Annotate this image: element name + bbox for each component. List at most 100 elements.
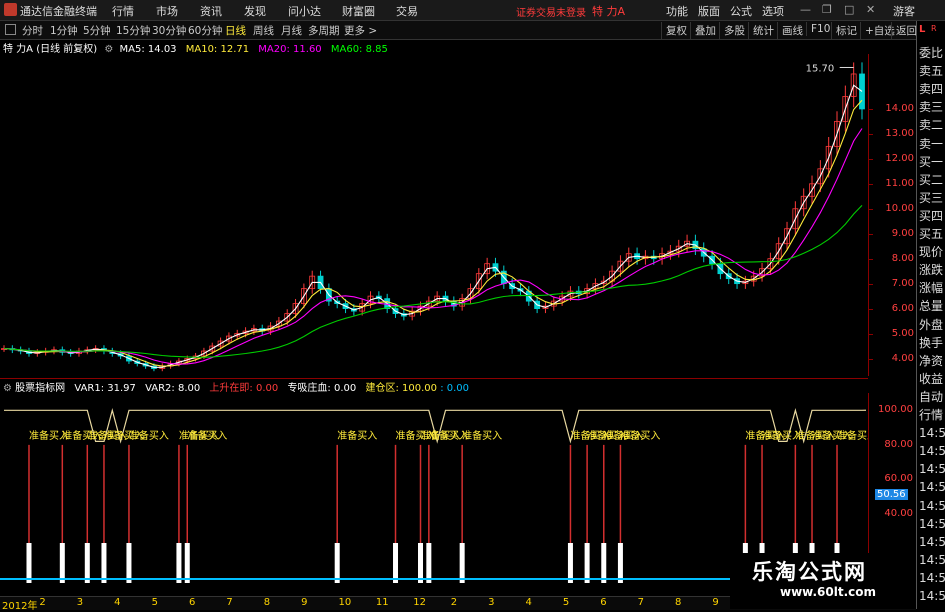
menu-wealth[interactable]: 财富圈 bbox=[342, 3, 375, 19]
indicator-tick-label: 60.00 bbox=[884, 473, 913, 485]
menu-ask[interactable]: 问小达 bbox=[288, 3, 321, 19]
mark-button[interactable]: 标记 bbox=[831, 22, 861, 39]
quote-panel-label: 卖三 bbox=[919, 100, 944, 115]
tab-5min[interactable]: 5分钟 bbox=[83, 23, 111, 38]
price-tick-label: 12.00 bbox=[885, 152, 914, 164]
price-tick bbox=[869, 108, 873, 110]
ma20-line bbox=[3, 128, 863, 365]
price-tick-label: 10.00 bbox=[885, 202, 914, 214]
close-icon[interactable]: ✕ bbox=[866, 3, 875, 16]
quote-panel-label: 现价 bbox=[919, 245, 944, 260]
tab-30min[interactable]: 30分钟 bbox=[152, 23, 186, 38]
ma5-line bbox=[3, 84, 863, 368]
app-logo-icon bbox=[4, 3, 17, 16]
buy-signal-volume bbox=[567, 543, 573, 583]
time-axis-label: 8 bbox=[675, 597, 682, 608]
price-tick bbox=[869, 258, 873, 260]
tab-multi-period[interactable]: 多周期 bbox=[308, 23, 340, 38]
quote-panel-label: 卖五 bbox=[919, 64, 944, 79]
buy-signal-label: 准备买入 bbox=[129, 429, 169, 442]
maximize-icon[interactable]: □ bbox=[844, 3, 854, 16]
quote-panel-label: 行情 bbox=[919, 408, 944, 422]
price-tick bbox=[869, 308, 873, 310]
quote-panel-label: 买四 bbox=[919, 208, 944, 223]
quote-panel-label: 14:5 bbox=[919, 516, 945, 531]
quote-panel-label: 买三 bbox=[919, 190, 944, 205]
price-scale: 14.00 13.00 12.00 11.00 10.00 9.00 8.00 7.00 6.0… bbox=[868, 54, 917, 376]
tab-60min[interactable]: 60分钟 bbox=[188, 23, 222, 38]
tab-weekly[interactable]: 周线 bbox=[253, 23, 274, 38]
buy-signal-volume bbox=[393, 543, 399, 583]
buy-signal-volume bbox=[26, 543, 32, 583]
adjust-button[interactable]: 复权 bbox=[661, 22, 691, 39]
buy-signal-volume bbox=[426, 543, 432, 583]
quote-panel-label: 14:5 bbox=[919, 498, 945, 513]
quote-panel-label: 14:5 bbox=[919, 462, 945, 477]
quote-panel-label: 14:5 bbox=[919, 534, 945, 549]
buy-signal-volume bbox=[59, 543, 65, 583]
indicator-header: ⚙ 股票指标网 VAR1: 31.97 VAR2: 8.00 上升在即: 0.0… bbox=[0, 378, 868, 394]
time-axis-label: 4 bbox=[114, 597, 121, 608]
tab-daily[interactable]: 日线 bbox=[225, 23, 246, 38]
draw-button[interactable]: 画线 bbox=[777, 22, 807, 39]
quote-panel-label: 换手 bbox=[919, 335, 944, 350]
buy-signal-label: 准备买入 bbox=[837, 429, 868, 442]
panel-r-icon[interactable]: R bbox=[931, 24, 937, 33]
time-axis-label: 3 bbox=[488, 597, 495, 608]
low-price-label: ←3.59 bbox=[158, 375, 189, 376]
tab-15min[interactable]: 15分钟 bbox=[116, 23, 150, 38]
tab-more[interactable]: 更多 > bbox=[344, 23, 377, 38]
ma60-line bbox=[3, 205, 863, 358]
overlay-button[interactable]: 叠加 bbox=[690, 22, 720, 39]
top-menu-bar: 通达信金融终端 行情 市场 资讯 发现 问小达 财富圈 交易 证券交易未登录 特… bbox=[0, 0, 945, 21]
quote-panel-label: 自动 bbox=[919, 389, 944, 404]
time-axis-label: 5 bbox=[562, 597, 570, 608]
quote-panel-label: 14:5 bbox=[919, 589, 945, 603]
time-axis-label: 5 bbox=[151, 597, 158, 608]
panel-l-icon[interactable]: L bbox=[919, 24, 925, 35]
menu-market[interactable]: 行情 bbox=[112, 3, 134, 19]
price-tick-label: 14.00 bbox=[885, 102, 914, 114]
quote-panel-label: 买五 bbox=[919, 227, 944, 241]
menu-layout[interactable]: 版面 bbox=[698, 3, 720, 19]
buy-signal-volume bbox=[459, 543, 465, 583]
buy-signal-volume bbox=[184, 543, 190, 583]
time-axis-label: 12 bbox=[413, 597, 427, 608]
quote-panel-label: 收益 bbox=[919, 371, 944, 386]
menu-markets[interactable]: 市场 bbox=[156, 3, 178, 19]
quote-panel-label: 14:5 bbox=[919, 480, 945, 495]
high-price-label: 15.70 bbox=[806, 63, 835, 74]
quote-panel-label: 外盘 bbox=[919, 317, 944, 332]
quote-side-panel: L R 委比 卖五 卖四 卖三 卖二 卖一 买一 买二 买三 买四 买五 现价 涨跌 涨幅 总量 外盘 换手 净资… bbox=[916, 21, 945, 609]
menu-options[interactable]: 选项 bbox=[762, 3, 784, 19]
layout-toggle-icon[interactable] bbox=[5, 24, 16, 35]
guest-label[interactable]: 游客 bbox=[893, 3, 915, 19]
time-axis-label: 6 bbox=[188, 597, 196, 608]
price-tick bbox=[869, 133, 873, 135]
price-tick bbox=[869, 283, 873, 285]
restore-icon[interactable]: ❐ bbox=[822, 3, 832, 16]
price-chart[interactable]: 15.70 ←3.59 bbox=[0, 54, 868, 376]
quote-panel-label: 买一 bbox=[919, 154, 944, 169]
tab-1min[interactable]: 1分钟 bbox=[50, 23, 78, 38]
indicator-tick-label: 100.00 bbox=[878, 404, 913, 416]
tab-intraday[interactable]: 分时 bbox=[22, 23, 43, 38]
menu-discover[interactable]: 发现 bbox=[244, 3, 266, 19]
time-axis-label: 7 bbox=[637, 597, 645, 608]
stats-button[interactable]: 统计 bbox=[748, 22, 778, 39]
buy-signal-volume bbox=[101, 543, 107, 583]
minimize-icon[interactable]: — bbox=[800, 3, 811, 16]
watermark: 乐淘公式网 www.60lt.com bbox=[730, 553, 916, 609]
menu-news[interactable]: 资讯 bbox=[200, 3, 222, 19]
menu-function[interactable]: 功能 bbox=[666, 3, 688, 19]
menu-formula[interactable]: 公式 bbox=[730, 3, 752, 19]
ma10-line bbox=[3, 99, 863, 367]
price-tick-label: 4.00 bbox=[891, 352, 914, 364]
buy-signal-label: 准备买入 bbox=[337, 429, 377, 442]
price-tick-label: 7.00 bbox=[891, 277, 914, 289]
quote-panel-label: 14:5 bbox=[919, 570, 945, 585]
menu-trade[interactable]: 交易 bbox=[396, 3, 418, 19]
tab-monthly[interactable]: 月线 bbox=[281, 23, 302, 38]
quote-panel-label: 买二 bbox=[919, 172, 944, 187]
multi-stock-button[interactable]: 多股 bbox=[719, 22, 749, 39]
